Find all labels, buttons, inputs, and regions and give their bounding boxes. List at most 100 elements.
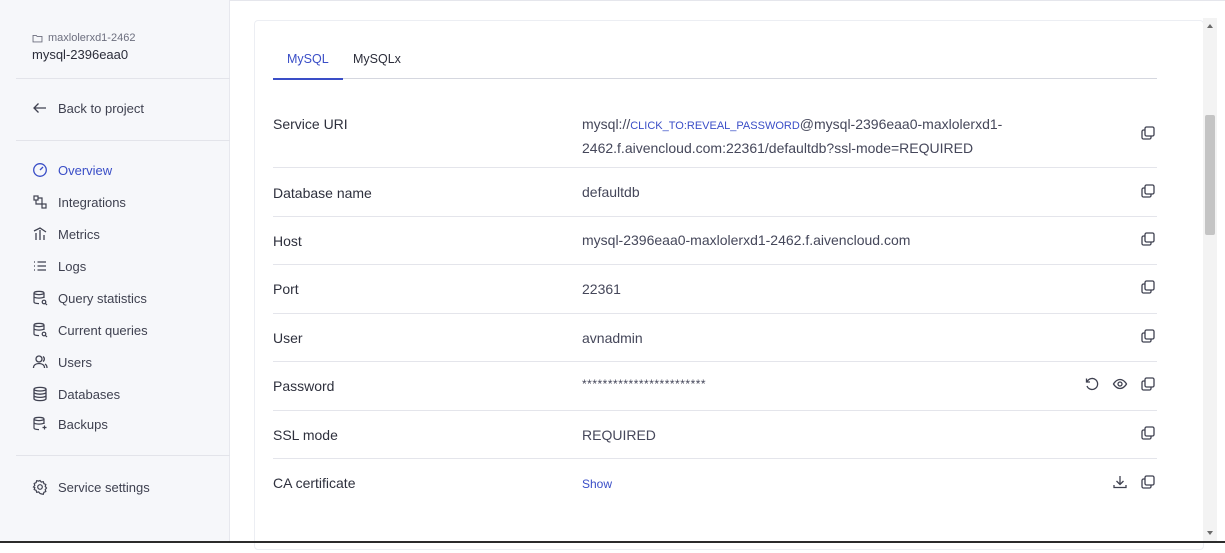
metrics-icon	[33, 227, 47, 240]
sidebar-item-overview[interactable]: Overview	[32, 160, 112, 180]
users-icon	[32, 355, 48, 369]
service-uri-value[interactable]: mysql://CLICK_TO:REVEAL_PASSWORD@mysql-2…	[582, 113, 1002, 159]
show-password-button[interactable]	[1111, 375, 1129, 393]
service-uri-row: Service URI mysql://CLICK_TO:REVEAL_PASS…	[273, 100, 1157, 168]
copy-icon	[1141, 232, 1155, 246]
sidebar-item-label: Metrics	[58, 226, 100, 242]
ca-certificate-actions	[1111, 473, 1157, 491]
sidebar-item-integrations[interactable]: Integrations	[32, 192, 126, 212]
sidebar-item-users[interactable]: Users	[32, 352, 92, 372]
sidebar-item-label: Query statistics	[58, 290, 147, 306]
scroll-down-arrow[interactable]	[1207, 531, 1213, 535]
ca-certificate-row: CA certificate Show	[273, 459, 1157, 508]
vertical-scrollbar[interactable]	[1203, 18, 1217, 541]
user-label: User	[273, 330, 303, 346]
password-label: Password	[273, 378, 335, 394]
copy-button[interactable]	[1139, 424, 1157, 442]
copy-button[interactable]	[1139, 327, 1157, 345]
scrollbar-thumb[interactable]	[1205, 115, 1215, 235]
service-uri-label: Service URI	[273, 116, 348, 132]
uri-suffix: @mysql-2396eaa0-maxlolerxd1-	[799, 116, 1003, 132]
copy-icon	[1141, 329, 1155, 343]
sidebar-item-logs[interactable]: Logs	[32, 256, 86, 276]
password-row: Password ************************	[273, 362, 1157, 411]
tab-mysql[interactable]: MySQL	[273, 52, 343, 80]
service-name: mysql-2396eaa0	[32, 47, 129, 62]
sidebar-item-label: Current queries	[58, 322, 148, 338]
uri-line2: 2462.f.aivencloud.com:22361/defaultdb?ss…	[582, 140, 974, 156]
sidebar-item-label: Service settings	[58, 479, 150, 495]
integrations-icon	[33, 195, 47, 209]
show-certificate-link[interactable]: Show	[582, 477, 612, 491]
database-icon	[33, 386, 47, 402]
copy-button[interactable]	[1139, 230, 1157, 248]
database-name-value: defaultdb	[582, 184, 640, 200]
ssl-mode-value: REQUIRED	[582, 427, 656, 443]
ssl-mode-actions	[1139, 424, 1157, 442]
ca-certificate-label: CA certificate	[273, 475, 356, 491]
database-name-label: Database name	[273, 185, 372, 201]
copy-icon	[1141, 126, 1155, 140]
connection-tabs: MySQL MySQLx	[273, 52, 1157, 80]
database-name-actions	[1139, 182, 1157, 200]
sidebar-item-backups[interactable]: Backups	[32, 414, 108, 434]
ssl-mode-label: SSL mode	[273, 427, 338, 443]
eye-icon	[1112, 378, 1128, 390]
ssl-mode-row: SSL mode REQUIRED	[273, 411, 1157, 459]
port-row: Port 22361	[273, 265, 1157, 314]
sidebar-item-query-statistics[interactable]: Query statistics	[32, 288, 147, 308]
sidebar-item-service-settings[interactable]: Service settings	[32, 477, 150, 497]
sidebar-item-metrics[interactable]: Metrics	[32, 224, 100, 244]
sidebar-item-databases[interactable]: Databases	[32, 384, 120, 404]
folder-icon	[32, 34, 43, 42]
sidebar-divider	[16, 455, 230, 456]
main-content: MySQL MySQLx Service URI mysql://CLICK_T…	[230, 0, 1204, 550]
scroll-up-arrow[interactable]	[1207, 24, 1213, 28]
user-actions	[1139, 327, 1157, 345]
uri-prefix: mysql://	[582, 116, 631, 132]
copy-button[interactable]	[1139, 182, 1157, 200]
sidebar-divider	[16, 140, 230, 141]
sidebar-item-label: Backups	[58, 416, 108, 432]
query-stats-icon	[33, 290, 48, 306]
copy-icon	[1141, 280, 1155, 294]
user-row: User avnadmin	[273, 314, 1157, 362]
copy-button[interactable]	[1139, 124, 1157, 142]
back-to-project-link[interactable]: Back to project	[32, 100, 144, 116]
host-actions	[1139, 230, 1157, 248]
gear-icon	[32, 479, 48, 495]
copy-button[interactable]	[1139, 473, 1157, 491]
download-button[interactable]	[1111, 473, 1129, 491]
copy-icon	[1141, 377, 1155, 391]
copy-icon	[1141, 184, 1155, 198]
reveal-password-token[interactable]: CLICK_TO:REVEAL_PASSWORD	[630, 120, 800, 132]
user-value: avnadmin	[582, 330, 643, 346]
tab-mysqlx[interactable]: MySQLx	[353, 52, 401, 79]
reset-password-button[interactable]	[1083, 375, 1101, 393]
download-icon	[1113, 476, 1127, 489]
current-queries-icon	[33, 322, 48, 338]
copy-button[interactable]	[1139, 278, 1157, 296]
copy-icon	[1141, 475, 1155, 489]
sidebar-item-label: Logs	[58, 258, 87, 274]
port-label: Port	[273, 281, 299, 297]
copy-button[interactable]	[1139, 375, 1157, 393]
port-actions	[1139, 278, 1157, 296]
sidebar-item-current-queries[interactable]: Current queries	[32, 320, 148, 340]
password-actions	[1083, 375, 1157, 393]
back-label: Back to project	[58, 100, 144, 116]
arrow-left-icon	[33, 103, 46, 113]
host-label: Host	[273, 233, 302, 249]
sidebar-item-label: Databases	[58, 386, 121, 402]
host-value: mysql-2396eaa0-maxlolerxd1-2462.f.aivenc…	[582, 232, 911, 248]
bottom-border	[0, 541, 1225, 543]
refresh-icon	[1085, 377, 1099, 391]
sidebar: maxlolerxd1-2462 mysql-2396eaa0 Back to …	[0, 0, 230, 541]
ca-certificate-value: Show	[582, 472, 612, 495]
sidebar-item-label: Integrations	[58, 194, 126, 210]
host-row: Host mysql-2396eaa0-maxlolerxd1-2462.f.a…	[273, 217, 1157, 265]
port-value: 22361	[582, 281, 621, 297]
sidebar-item-label: Overview	[58, 162, 113, 178]
copy-icon	[1141, 426, 1155, 440]
project-breadcrumb[interactable]: maxlolerxd1-2462	[32, 32, 135, 44]
